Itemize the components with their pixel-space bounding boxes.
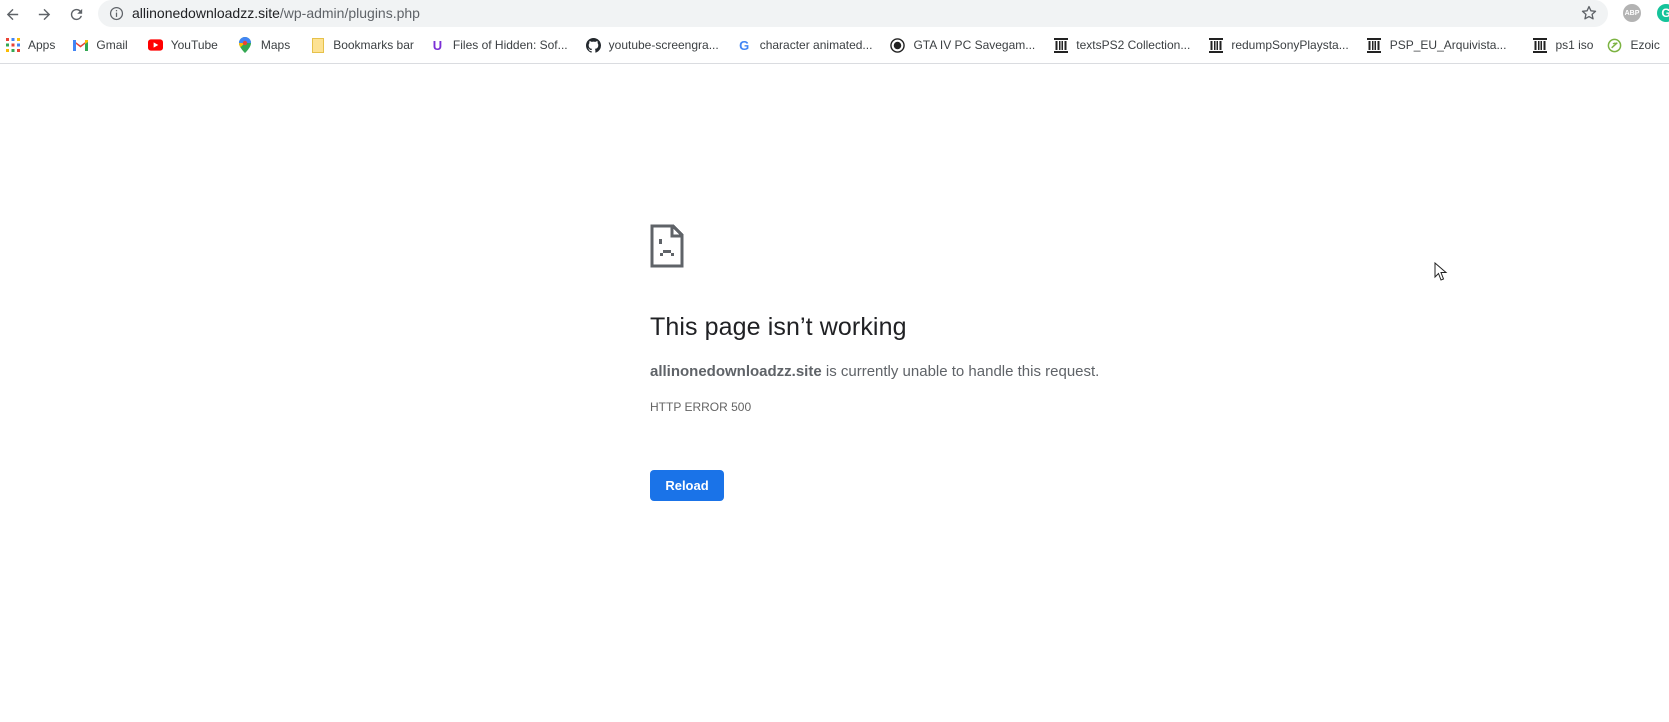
bookmark-label: PSP_EU_Arquivista...	[1389, 38, 1507, 52]
bookmark-label: youtube-screengra...	[608, 38, 719, 52]
bookmark-maps[interactable]: Maps	[232, 34, 296, 56]
error-description: allinonedownloadzz.site is currently una…	[650, 363, 1099, 380]
bookmark-files-of-hidden[interactable]: U Files of Hidden: Sof...	[424, 34, 574, 56]
archive-org-icon	[1208, 37, 1223, 53]
bookmarks-bar: Apps Gmail YouTube Maps Bookmarks bar U …	[0, 34, 1669, 56]
bookmark-apps[interactable]: Apps	[0, 34, 61, 56]
bookmark-label: Maps	[260, 38, 291, 52]
bookmark-label: character animated...	[759, 38, 873, 52]
bookmark-label: Files of Hidden: Sof...	[452, 38, 568, 52]
bookmark-ezoic[interactable]: Ezoic	[1601, 34, 1665, 56]
grammarly-label: G	[1661, 6, 1669, 20]
error-message: is currently unable to handle this reque…	[821, 363, 1100, 380]
bookmark-youtube-screengrab[interactable]: youtube-screengra...	[580, 34, 725, 56]
adblock-label: ABP	[1624, 9, 1640, 17]
github-icon	[585, 37, 601, 53]
google-icon: G	[739, 37, 750, 53]
bookmark-label: Apps	[28, 38, 56, 52]
arrow-right-icon	[38, 8, 50, 20]
forward-button[interactable]	[32, 2, 56, 26]
ezoic-icon	[1607, 38, 1622, 53]
youtube-icon	[147, 38, 163, 53]
url-text[interactable]: allinonedownloadzz.site/wp-admin/plugins…	[132, 5, 420, 21]
browser-toolbar: allinonedownloadzz.site/wp-admin/plugins…	[0, 0, 1669, 27]
error-host: allinonedownloadzz.site	[650, 363, 822, 380]
bookmark-folder-bookmarks-bar[interactable]: Bookmarks bar	[304, 34, 420, 56]
mouse-cursor-icon	[1434, 262, 1448, 281]
bookmarks-bar-divider	[0, 63, 1669, 64]
bookmark-character-animated[interactable]: G character animated...	[731, 34, 879, 56]
archive-org-icon	[1053, 37, 1068, 53]
u-logo-icon: U	[432, 37, 443, 53]
bookmark-label: Gmail	[96, 38, 128, 52]
bookmark-label: ps1 iso	[1555, 38, 1594, 52]
gta-site-icon	[890, 37, 906, 53]
reload-page-button[interactable]	[64, 2, 88, 26]
bookmark-label: redumpSonyPlaysta...	[1231, 38, 1349, 52]
star-icon[interactable]	[1580, 4, 1598, 22]
maps-pin-icon	[238, 37, 253, 53]
bookmark-gmail[interactable]: Gmail	[67, 34, 133, 56]
grammarly-extension-icon[interactable]: G	[1657, 4, 1669, 22]
gmail-icon	[73, 38, 89, 53]
archive-org-icon	[1532, 37, 1547, 53]
bookmark-ps1-iso[interactable]: ps1 iso	[1526, 34, 1599, 56]
url-host: allinonedownloadzz.site	[132, 5, 280, 21]
bookmark-label: Bookmarks bar	[333, 38, 414, 52]
bookmark-label: GTA IV PC Savegam...	[913, 38, 1036, 52]
url-path: /wp-admin/plugins.php	[279, 5, 420, 21]
adblock-extension-icon[interactable]: ABP	[1623, 4, 1641, 22]
bookmark-label: textsPS2 Collection...	[1076, 38, 1191, 52]
bookmark-label: YouTube	[170, 38, 218, 52]
info-icon[interactable]	[109, 6, 124, 21]
address-bar[interactable]: allinonedownloadzz.site/wp-admin/plugins…	[98, 0, 1608, 27]
folder-icon	[310, 37, 325, 53]
apps-grid-icon	[5, 38, 20, 53]
bookmark-gta-iv-savegame[interactable]: GTA IV PC Savegam...	[884, 34, 1041, 56]
error-title: This page isn’t working	[650, 313, 907, 341]
sad-page-icon	[650, 224, 684, 268]
bookmark-redump-sony-playstation[interactable]: redumpSonyPlaysta...	[1202, 34, 1354, 56]
reload-icon	[70, 8, 82, 20]
arrow-left-icon	[6, 8, 18, 20]
reload-button[interactable]: Reload	[650, 470, 724, 501]
bookmark-psp-eu-arquivista[interactable]: PSP_EU_Arquivista...	[1361, 34, 1513, 56]
error-code: HTTP ERROR 500	[650, 400, 752, 414]
back-button[interactable]	[0, 2, 24, 26]
archive-org-icon	[1367, 37, 1382, 53]
bookmark-youtube[interactable]: YouTube	[142, 34, 224, 56]
bookmark-textsps2-collection[interactable]: textsPS2 Collection...	[1047, 34, 1196, 56]
bookmark-label: Ezoic	[1630, 38, 1660, 52]
